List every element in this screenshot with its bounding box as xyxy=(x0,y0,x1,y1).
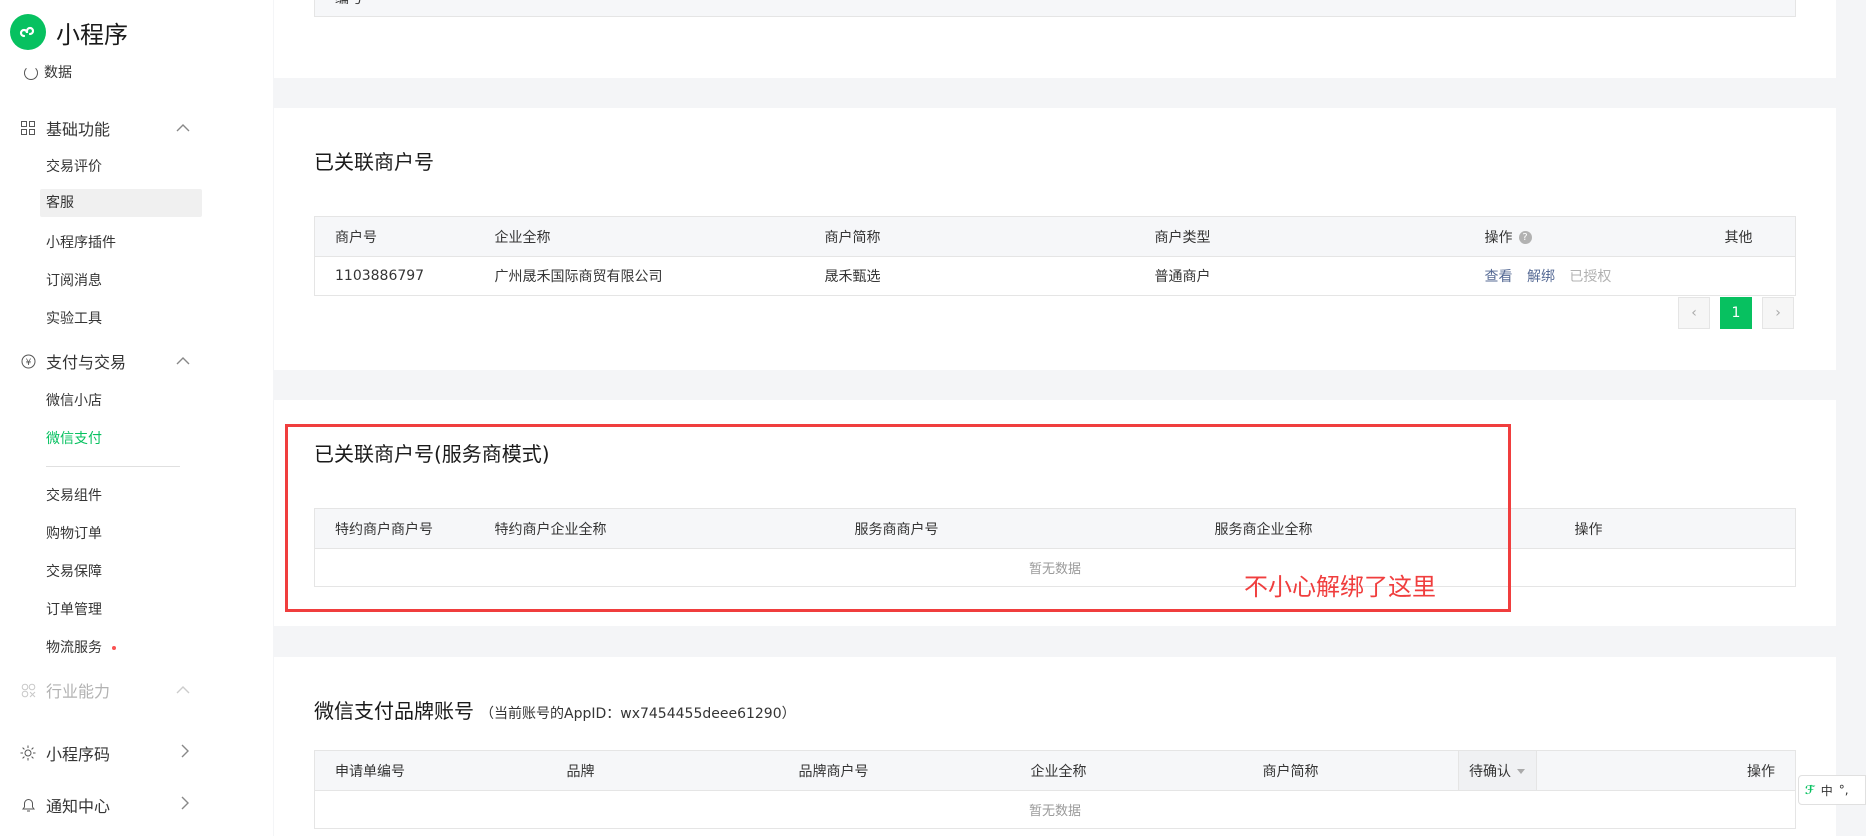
table-header-cell: 商户号 xyxy=(314,216,475,257)
svg-text:¥: ¥ xyxy=(25,358,31,368)
table-header-cell: 企业全称 xyxy=(474,216,805,257)
yen-icon: ¥ xyxy=(20,353,36,369)
chevron-right-icon xyxy=(180,795,190,814)
grid-icon xyxy=(20,120,36,136)
linked-merchants-table: 商户号 企业全称 商户简称 商户类型 操作? 其他 1103886797 广州晟… xyxy=(314,216,1796,296)
merchant-id-cell: 1103886797 xyxy=(314,256,475,296)
table-header-cell: 编号 xyxy=(314,0,1796,17)
bell-icon xyxy=(20,797,36,813)
top-card: 编号 xyxy=(274,0,1836,78)
sidebar-group-payment[interactable]: ¥ 支付与交易 xyxy=(20,349,190,373)
table-header-cell: 品牌商户号 xyxy=(778,750,1011,791)
chart-icon xyxy=(24,66,38,80)
sidebar-item-shopping-orders[interactable]: 购物订单 xyxy=(46,523,102,543)
sidebar-group-label: 行业能力 xyxy=(46,682,111,701)
sidebar-group-label: 小程序码 xyxy=(46,745,111,764)
sidebar-group-label: 基础功能 xyxy=(46,120,111,139)
mini-program-logo-icon xyxy=(10,14,46,50)
status-filter-dropdown[interactable]: 待确认 xyxy=(1458,750,1537,791)
sidebar-item-wechat-pay[interactable]: 微信支付 xyxy=(46,428,102,448)
sidebar-item-wechat-store[interactable]: 微信小店 xyxy=(46,390,102,410)
sidebar-group-label: 支付与交易 xyxy=(46,353,127,372)
ime-lang: 中 xyxy=(1820,783,1833,798)
linked-merchants-card: 已关联商户号 商户号 企业全称 商户简称 商户类型 操作? 其他 1103886… xyxy=(274,108,1836,370)
sidebar-item-customer-service[interactable]: 客服 xyxy=(40,189,202,217)
merchant-type-cell: 普通商户 xyxy=(1134,256,1465,296)
sidebar-item-label: 数据 xyxy=(44,65,72,81)
appid-note: （当前账号的AppID：wx7454455deee61290） xyxy=(480,706,796,722)
caret-down-icon xyxy=(1517,769,1525,774)
top-table: 编号 xyxy=(314,0,1796,17)
view-link[interactable]: 查看 xyxy=(1485,269,1513,285)
sidebar-item-trade-review[interactable]: 交易评价 xyxy=(46,156,102,176)
sidebar-item-plugins[interactable]: 小程序插件 xyxy=(46,232,116,252)
ime-indicator[interactable]: ℱ 中 °, xyxy=(1798,775,1866,805)
table-header-cell: 品牌 xyxy=(546,750,779,791)
annotation-text: 不小心解绑了这里 xyxy=(1244,573,1436,601)
sidebar-group-label: 通知中心 xyxy=(46,797,111,816)
header-label: 操作 xyxy=(1484,229,1513,246)
sidebar: 小程序 数据 基础功能 交易评价 客服 小程序插件 订阅消息 实验工具 ¥ 支付… xyxy=(0,0,273,836)
other-cell xyxy=(1704,256,1796,296)
brand-account-card: 微信支付品牌账号 （当前账号的AppID：wx7454455deee61290） … xyxy=(274,657,1836,836)
actions-cell: 查看 解绑 已授权 xyxy=(1464,256,1705,296)
table-header-cell: 申请单编号 xyxy=(314,750,547,791)
chevron-up-icon xyxy=(176,351,190,370)
notification-dot xyxy=(112,646,116,650)
short-name-cell: 晟禾甄选 xyxy=(804,256,1135,296)
sidebar-item-order-management[interactable]: 订单管理 xyxy=(46,599,102,619)
chevron-up-icon xyxy=(176,680,190,699)
unbind-link[interactable]: 解绑 xyxy=(1527,269,1555,285)
app-name: 小程序 xyxy=(56,20,128,49)
ime-punctuation: °, xyxy=(1838,783,1849,797)
sidebar-item-label: 物流服务 xyxy=(46,640,102,656)
next-page-button[interactable]: › xyxy=(1762,297,1794,329)
table-header-cell: 企业全称 xyxy=(1010,750,1243,791)
sidebar-group-basic[interactable]: 基础功能 xyxy=(20,116,190,140)
table-header-cell: 商户简称 xyxy=(1242,750,1459,791)
page-1-button[interactable]: 1 xyxy=(1720,297,1752,329)
help-icon[interactable]: ? xyxy=(1518,231,1532,244)
brand-account-table: 申请单编号 品牌 品牌商户号 企业全称 商户简称 待确认 操作 暂无数据 xyxy=(314,750,1796,829)
table-header-cell: 其他 xyxy=(1704,216,1796,257)
chevron-right-icon xyxy=(180,743,190,762)
sidebar-item-trade-component[interactable]: 交易组件 xyxy=(46,485,102,505)
sidebar-item-subscribe-msg[interactable]: 订阅消息 xyxy=(46,270,102,290)
company-cell: 广州晟禾国际商贸有限公司 xyxy=(474,256,805,296)
sidebar-group-industry[interactable]: 行业能力 xyxy=(20,678,190,702)
prev-page-button[interactable]: ‹ xyxy=(1678,297,1710,329)
chevron-up-icon xyxy=(176,118,190,137)
section-title: 已关联商户号 xyxy=(314,150,434,174)
table-header-cell: 商户简称 xyxy=(804,216,1135,257)
sidebar-item-data[interactable]: 数据 xyxy=(24,62,72,82)
pagination: ‹ 1 › xyxy=(1678,297,1794,329)
section-title: 微信支付品牌账号 （当前账号的AppID：wx7454455deee61290） xyxy=(314,695,796,724)
sidebar-group-notifications[interactable]: 通知中心 xyxy=(20,793,190,817)
table-header-cell: 操作? xyxy=(1464,216,1705,257)
sidebar-group-qrcode[interactable]: 小程序码 xyxy=(20,741,190,765)
table-header-cell: 操作 xyxy=(1554,508,1796,549)
authorized-label: 已授权 xyxy=(1569,269,1612,285)
sidebar-item-logistics[interactable]: 物流服务 xyxy=(46,637,116,657)
sidebar-item-trade-guarantee[interactable]: 交易保障 xyxy=(46,561,102,581)
empty-state: 暂无数据 xyxy=(314,790,1796,829)
table-header-cell: 操作 xyxy=(1536,750,1796,791)
ime-logo-icon: ℱ xyxy=(1805,783,1815,797)
section-title-text: 微信支付品牌账号 xyxy=(314,699,474,723)
qrcode-sun-icon xyxy=(20,745,36,761)
app-logo[interactable]: 小程序 xyxy=(10,14,128,50)
table-row: 暂无数据 xyxy=(314,790,1796,829)
table-row: 1103886797 广州晟禾国际商贸有限公司 晟禾甄选 普通商户 查看 解绑 … xyxy=(314,256,1796,296)
industry-icon xyxy=(20,682,36,698)
sidebar-item-lab-tools[interactable]: 实验工具 xyxy=(46,308,102,328)
dropdown-label: 待确认 xyxy=(1469,763,1511,780)
table-header-cell: 商户类型 xyxy=(1134,216,1465,257)
divider xyxy=(46,466,180,467)
